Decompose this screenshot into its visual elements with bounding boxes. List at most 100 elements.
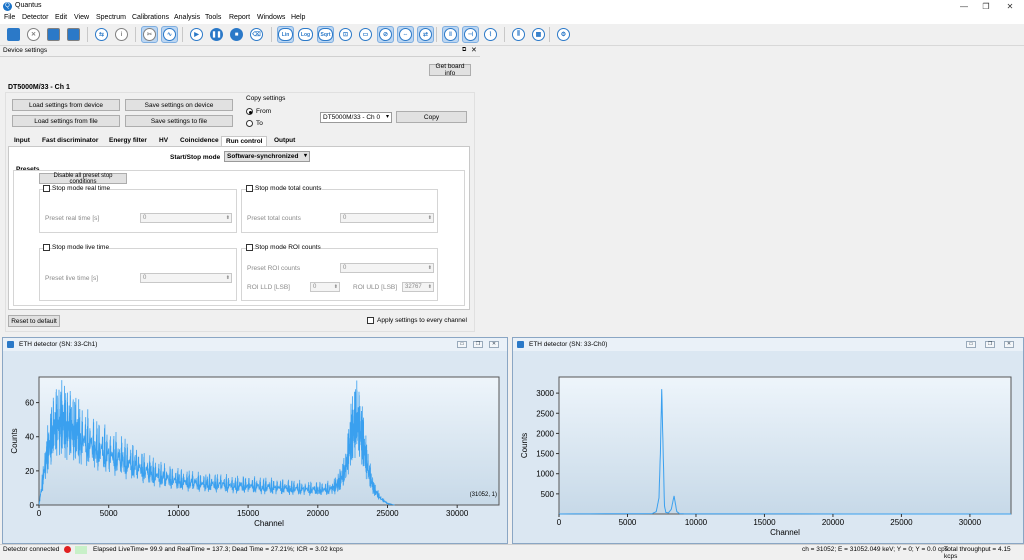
zoom-button[interactable]: ⇔ [397, 26, 414, 43]
copy-button[interactable]: Copy [396, 111, 467, 123]
sqrt-scale-button[interactable]: Sqrt [317, 26, 334, 43]
copy-channel-select[interactable]: DT5000M/33 - Ch 0 ▾ [320, 112, 392, 123]
preset-roi-counts-input[interactable]: 0 ⬍ [340, 263, 434, 273]
lin-scale-button[interactable]: Lin [277, 26, 294, 43]
menu-view[interactable]: View [74, 14, 89, 21]
x-tick-label: 30000 [446, 509, 469, 518]
ruler-button[interactable]: ⊘ [377, 26, 394, 43]
stop-button[interactable]: ■ [228, 26, 245, 43]
print-button[interactable] [65, 26, 82, 43]
equalizer-button[interactable]: ⫼ [510, 26, 527, 43]
reset-default-button[interactable]: Reset to default [8, 315, 60, 327]
vertical-marker-button[interactable]: ‖ [442, 26, 459, 43]
waveform-button[interactable]: ∿ [161, 26, 178, 43]
minimize-icon[interactable]: ▭ [457, 341, 467, 348]
range-button[interactable]: ▭ [357, 26, 374, 43]
spectrum-plot-ch1[interactable]: 0 5000 10000 15000 20000 25000 30000 0 20 40 60 Cha… [3, 351, 509, 544]
menu-tools[interactable]: Tools [205, 14, 221, 21]
title-bar: Q Quantus — ❐ ✕ [0, 0, 1024, 13]
apply-every-channel-checkbox[interactable] [367, 317, 374, 324]
to-radio[interactable] [246, 120, 253, 127]
close-window-button[interactable]: ✕ [996, 0, 1024, 13]
y-tick-label: 2500 [536, 409, 554, 418]
toolbar-separator [504, 27, 505, 42]
status-bar: Detector connected Elapsed LiveTime= 99.… [0, 544, 1024, 560]
pause-button[interactable]: ❚❚ [208, 26, 225, 43]
preset-live-time-input[interactable]: 0 ⬍ [140, 273, 232, 283]
info-button[interactable]: i [113, 26, 130, 43]
stop-real-time-checkbox[interactable] [43, 185, 50, 192]
clear-button[interactable]: ⌫ [248, 26, 265, 43]
disable-all-presets-button[interactable]: Disable all preset stop conditions [39, 173, 127, 185]
tab-energy-filter[interactable]: Energy filter [105, 136, 151, 146]
stop-total-counts-checkbox[interactable] [246, 185, 253, 192]
stop-live-time-checkbox[interactable] [43, 244, 50, 251]
load-from-device-button[interactable]: Load settings from device [12, 99, 120, 111]
menu-detector[interactable]: Detector [22, 14, 48, 21]
sqrt-scale-icon: Sqrt [318, 28, 333, 41]
roi-uld-input[interactable]: 32767 ⬍ [402, 282, 434, 292]
preset-total-counts-input[interactable]: 0 ⬍ [340, 213, 434, 223]
log-scale-button[interactable]: Log [297, 26, 314, 43]
settings-button[interactable]: ⚙ [555, 26, 572, 43]
horizontal-marker-button[interactable]: ⊣ [462, 26, 479, 43]
plot-window-ch0[interactable]: ETH detector (SN: 33-Ch0) ▭ ❐ ✕ 0 5000 100… [512, 337, 1024, 544]
close-icon[interactable]: ✕ [489, 341, 499, 348]
grid-button[interactable]: ▦ [530, 26, 547, 43]
menu-windows[interactable]: Windows [257, 14, 285, 21]
play-button[interactable]: ▶ [188, 26, 205, 43]
plot-window-ch1[interactable]: ETH detector (SN: 33-Ch1) ▭ ❐ ✕ 0 5000 100… [2, 337, 508, 544]
restore-icon[interactable]: ❐ [985, 341, 995, 348]
minimize-icon[interactable]: ▭ [966, 341, 976, 348]
float-icon[interactable]: ⧉ [462, 47, 466, 54]
start-stop-select[interactable]: Software-synchronized ▾ [224, 151, 310, 162]
tab-fast-discriminator[interactable]: Fast discriminator [38, 136, 102, 146]
tab-input[interactable]: Input [10, 136, 34, 146]
tools-button[interactable]: ✂ [141, 26, 158, 43]
from-radio[interactable] [246, 108, 253, 115]
open-folder-button[interactable] [5, 26, 22, 43]
fit-button[interactable]: ⊡ [337, 26, 354, 43]
y-tick-label: 500 [541, 490, 555, 499]
close-button[interactable]: ✕ [25, 26, 42, 43]
save-on-device-button[interactable]: Save settings on device [125, 99, 233, 111]
connect-button[interactable]: ⇆ [93, 26, 110, 43]
close-panel-icon[interactable]: ✕ [471, 46, 477, 54]
plot-title-bar: ETH detector (SN: 33-Ch1) ▭ ❐ ✕ [3, 338, 507, 351]
tab-output[interactable]: Output [270, 136, 299, 146]
menu-help[interactable]: Help [291, 14, 305, 21]
menu-calibrations[interactable]: Calibrations [132, 14, 169, 21]
get-board-info-button[interactable]: Get board info [429, 63, 471, 77]
menu-edit[interactable]: Edit [55, 14, 67, 21]
load-from-file-button[interactable]: Load settings from file [12, 115, 120, 127]
stop-roi-counts-checkbox[interactable] [246, 244, 253, 251]
preset-real-time-input[interactable]: 0 ⬍ [140, 213, 232, 223]
preset-real-time-value: 0 [143, 215, 147, 221]
tools-icon: ✂ [143, 28, 156, 41]
plot-area[interactable] [558, 376, 1012, 515]
roi-lld-input[interactable]: 0 ⬍ [310, 282, 340, 292]
grid-icon: ▦ [532, 28, 545, 41]
window-title: Quantus [15, 2, 42, 9]
tab-coincidence[interactable]: Coincidence [176, 136, 223, 146]
save-button[interactable] [45, 26, 62, 43]
menu-report[interactable]: Report [229, 14, 250, 21]
plot-window-icon [517, 341, 524, 348]
menu-analysis[interactable]: Analysis [174, 14, 200, 21]
tab-hv[interactable]: HV [155, 136, 172, 146]
close-icon[interactable]: ✕ [1004, 341, 1014, 348]
sync-button[interactable]: ⇄ [417, 26, 434, 43]
restore-icon[interactable]: ❐ [473, 341, 483, 348]
x-axis-label: Channel [770, 528, 800, 537]
stop-real-time-label: Stop mode real time [52, 185, 111, 192]
spin-arrows-icon: ⬍ [427, 284, 432, 290]
save-to-file-button[interactable]: Save settings to file [125, 115, 233, 127]
menu-spectrum[interactable]: Spectrum [96, 14, 126, 21]
peak-button[interactable]: ⌇ [482, 26, 499, 43]
pause-icon: ❚❚ [210, 28, 223, 41]
toolbar-separator [271, 27, 272, 42]
chevron-down-icon: ▾ [303, 153, 307, 159]
x-tick-label: 0 [557, 518, 562, 527]
menu-file[interactable]: File [4, 14, 15, 21]
spectrum-plot-ch0[interactable]: 0 5000 10000 15000 20000 25000 30000 500 1000 150… [513, 351, 1023, 544]
